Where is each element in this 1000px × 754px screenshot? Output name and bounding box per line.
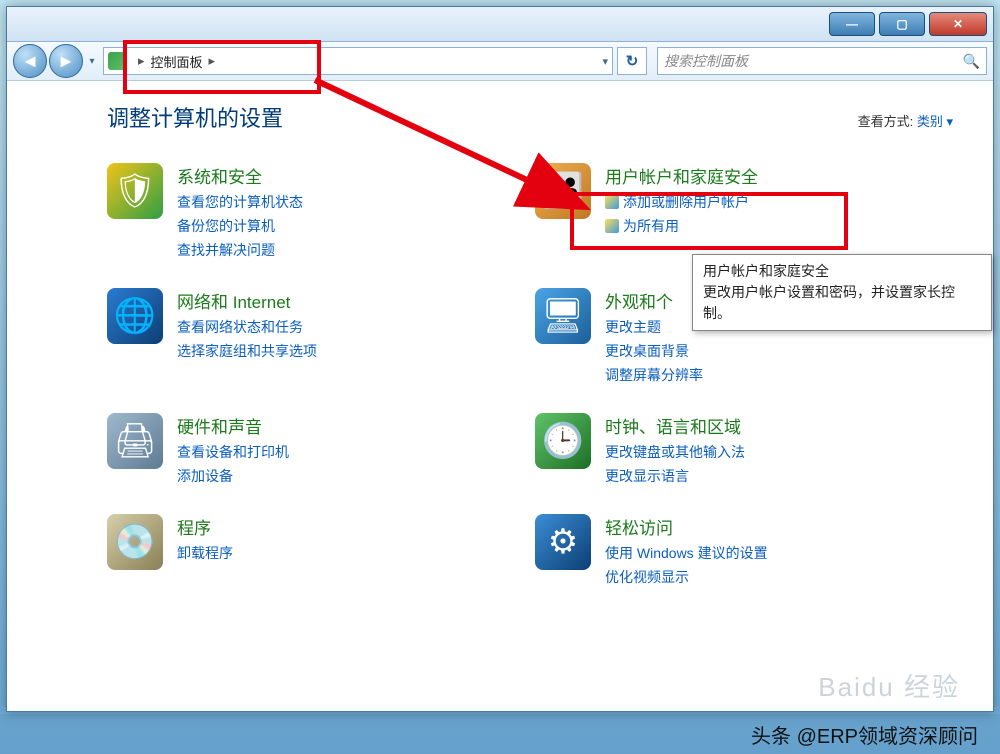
uac-shield-icon [605,219,619,233]
breadcrumb-sep: ▸ [138,53,145,69]
tooltip: 用户帐户和家庭安全 更改用户帐户设置和密码，并设置家长控制。 [692,254,992,331]
shield-icon: 🛡 [107,163,163,219]
category-title-link[interactable]: 外观和个 [605,288,703,313]
search-placeholder: 搜索控制面板 [664,51,748,71]
printer-icon: 🖨 [107,413,163,469]
toolbar: ◄ ► ▾ ▸ 控制面板 ▸ ▾ ↻ 搜索控制面板 🔍 [7,42,993,81]
address-dropdown[interactable]: ▾ [602,55,608,68]
category-sublink[interactable]: 备份您的计算机 [177,216,303,236]
history-dropdown[interactable]: ▾ [85,45,99,77]
category-sublink[interactable]: 更改主题 [605,317,703,337]
category-title-link[interactable]: 用户帐户和家庭安全 [605,163,758,188]
address-bar[interactable]: ▸ 控制面板 ▸ ▾ [103,47,613,75]
view-by: 查看方式: 类别 ▾ [858,111,953,130]
search-input[interactable]: 搜索控制面板 🔍 [657,47,987,75]
category-sublink[interactable]: 更改键盘或其他输入法 [605,442,745,462]
category-title-link[interactable]: 时钟、语言和区域 [605,413,745,438]
forward-button[interactable]: ► [49,44,83,78]
category-users: 👪 用户帐户和家庭安全 添加或删除用户帐户 为所有用 [535,163,953,260]
category-title-link[interactable]: 网络和 Internet [177,288,317,313]
users-icon: 👪 [535,163,591,219]
category-ease: ⚙ 轻松访问 使用 Windows 建议的设置 优化视频显示 [535,514,953,587]
category-sublink[interactable]: 调整屏幕分辨率 [605,365,703,385]
category-title-link[interactable]: 轻松访问 [605,514,768,539]
category-sublink[interactable]: 为所有用 [605,216,758,236]
breadcrumb-sep: ▸ [209,53,216,69]
category-sublink[interactable]: 添加或删除用户帐户 [605,192,758,212]
category-sublink[interactable]: 更改显示语言 [605,466,745,486]
source-caption: 头条 @ERP领域资深顾问 [0,714,1000,754]
category-sublink[interactable]: 优化视频显示 [605,567,768,587]
control-panel-window: — ▢ ✕ ◄ ► ▾ ▸ 控制面板 ▸ ▾ ↻ 搜索控制面板 🔍 调整计算机的… [6,6,994,712]
refresh-button[interactable]: ↻ [617,47,647,75]
category-title-link[interactable]: 程序 [177,514,233,539]
category-programs: 💿 程序 卸载程序 [107,514,525,587]
tooltip-body: 更改用户帐户设置和密码，并设置家长控制。 [703,282,981,324]
close-button[interactable]: ✕ [929,12,987,36]
breadcrumb-root[interactable]: 控制面板 [151,52,203,71]
category-sublink[interactable]: 添加设备 [177,466,289,486]
view-by-dropdown[interactable]: 类别 ▾ [917,114,953,129]
category-clock: 🕒 时钟、语言和区域 更改键盘或其他输入法 更改显示语言 [535,413,953,486]
category-system: 🛡 系统和安全 查看您的计算机状态 备份您的计算机 查找并解决问题 [107,163,525,260]
tooltip-title: 用户帐户和家庭安全 [703,261,981,282]
category-sublink[interactable]: 查看设备和打印机 [177,442,289,462]
category-network: 🌐 网络和 Internet 查看网络状态和任务 选择家庭组和共享选项 [107,288,525,385]
globe-icon: 🌐 [107,288,163,344]
search-icon[interactable]: 🔍 [963,53,980,70]
monitor-icon: 🖥 [535,288,591,344]
category-hardware: 🖨 硬件和声音 查看设备和打印机 添加设备 [107,413,525,486]
control-panel-icon [108,52,126,70]
titlebar: — ▢ ✕ [7,7,993,42]
maximize-button[interactable]: ▢ [879,12,925,36]
back-button[interactable]: ◄ [13,44,47,78]
category-sublink[interactable]: 使用 Windows 建议的设置 [605,543,768,563]
category-sublink[interactable]: 卸载程序 [177,543,233,563]
category-sublink[interactable]: 查看您的计算机状态 [177,192,303,212]
category-sublink[interactable]: 更改桌面背景 [605,341,703,361]
ease-icon: ⚙ [535,514,591,570]
category-sublink[interactable]: 查看网络状态和任务 [177,317,317,337]
content-area: 调整计算机的设置 查看方式: 类别 ▾ 🛡 系统和安全 查看您的计算机状态 备份… [7,79,993,711]
clock-icon: 🕒 [535,413,591,469]
category-sublink[interactable]: 选择家庭组和共享选项 [177,341,317,361]
category-title-link[interactable]: 硬件和声音 [177,413,289,438]
category-sublink[interactable]: 查找并解决问题 [177,240,303,260]
minimize-button[interactable]: — [829,12,875,36]
category-title-link[interactable]: 系统和安全 [177,163,303,188]
page-title: 调整计算机的设置 [107,101,283,133]
disc-icon: 💿 [107,514,163,570]
uac-shield-icon [605,195,619,209]
